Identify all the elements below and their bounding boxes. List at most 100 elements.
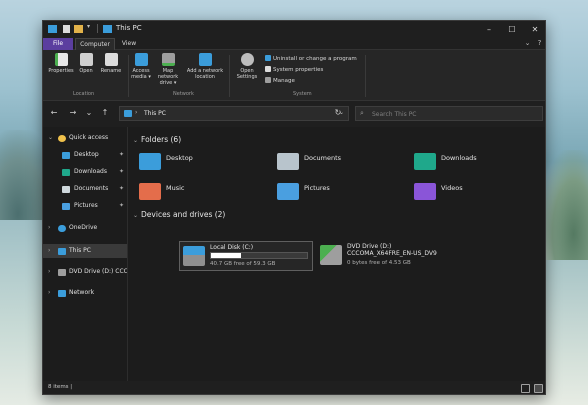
tab-view[interactable]: View bbox=[117, 38, 141, 50]
search-box[interactable]: ⌕ bbox=[355, 106, 543, 121]
folder-desktop[interactable]: Desktop bbox=[139, 151, 259, 173]
sidebar-item-network[interactable]: › Network bbox=[43, 286, 127, 300]
ribbon-separator bbox=[229, 55, 230, 97]
drive-usage-fill bbox=[211, 253, 241, 258]
star-icon bbox=[58, 135, 66, 142]
documents-folder-icon bbox=[277, 153, 299, 170]
close-button[interactable]: ✕ bbox=[524, 21, 545, 38]
rename-button[interactable]: Rename bbox=[98, 53, 124, 74]
chevron-right-icon[interactable]: › bbox=[48, 221, 50, 235]
details-view-button[interactable] bbox=[521, 384, 530, 393]
manage-icon bbox=[265, 77, 271, 83]
ribbon-separator bbox=[365, 55, 366, 97]
chevron-right-icon: › bbox=[135, 109, 138, 116]
search-icon: ⌕ bbox=[360, 109, 364, 117]
pin-icon: ✦ bbox=[119, 202, 125, 209]
content-pane: ⌄ Folders (6) Desktop Documents Downloads… bbox=[129, 127, 545, 381]
forward-button[interactable]: → bbox=[67, 107, 79, 119]
downloads-folder-icon bbox=[414, 153, 436, 170]
pin-icon: ✦ bbox=[119, 168, 125, 175]
chevron-down-icon[interactable]: ⌄ bbox=[48, 131, 53, 145]
folders-section-header[interactable]: ⌄ Folders (6) bbox=[133, 135, 181, 144]
drive-usage-bar bbox=[210, 252, 308, 259]
cloud-icon bbox=[58, 225, 66, 232]
refresh-button[interactable]: ↻ bbox=[332, 107, 344, 119]
qat-new-folder-icon[interactable] bbox=[74, 25, 83, 33]
qat-dropdown-icon[interactable]: ▾ bbox=[87, 23, 90, 30]
address-bar[interactable]: › This PC ⌄ bbox=[119, 106, 349, 121]
folder-downloads[interactable]: Downloads bbox=[414, 151, 534, 173]
videos-folder-icon bbox=[414, 183, 436, 200]
drive-name: DVD Drive (D:) bbox=[347, 243, 392, 250]
sidebar-item-documents[interactable]: Documents ✦ bbox=[43, 182, 127, 196]
open-icon bbox=[79, 53, 93, 66]
sidebar-item-downloads[interactable]: Downloads ✦ bbox=[43, 165, 127, 179]
folder-pictures[interactable]: Pictures bbox=[277, 181, 397, 203]
up-button[interactable]: ↑ bbox=[99, 107, 111, 119]
add-network-location-button[interactable]: Add a network location bbox=[185, 53, 225, 80]
chevron-down-icon: ⌄ bbox=[133, 212, 139, 219]
drive-dvd-d[interactable]: DVD Drive (D:) CCCOMA_X64FRE_EN-US_DV9 0… bbox=[317, 241, 467, 271]
title-separator bbox=[97, 24, 98, 33]
ribbon: Properties Open Rename Location Access m… bbox=[43, 50, 545, 101]
minimize-button[interactable]: – bbox=[478, 21, 500, 38]
chevron-down-icon: ⌄ bbox=[133, 137, 139, 144]
drive-volume-label: CCCOMA_X64FRE_EN-US_DV9 bbox=[347, 250, 437, 257]
tab-computer[interactable]: Computer bbox=[75, 38, 115, 50]
devices-section-header[interactable]: ⌄ Devices and drives (2) bbox=[133, 210, 225, 219]
sidebar-item-onedrive[interactable]: › OneDrive bbox=[43, 221, 127, 235]
window-title: This PC bbox=[116, 24, 142, 32]
item-count: 8 items | bbox=[48, 384, 73, 390]
qat-properties-icon[interactable] bbox=[63, 25, 70, 33]
map-network-drive-button[interactable]: Map network drive ▾ bbox=[153, 53, 183, 86]
search-input[interactable] bbox=[372, 109, 532, 119]
ribbon-collapse-icon[interactable]: ⌄ bbox=[523, 39, 532, 48]
group-label-network: Network bbox=[173, 91, 194, 97]
group-label-location: Location bbox=[73, 91, 95, 97]
manage-button[interactable]: Manage bbox=[265, 77, 295, 84]
uninstall-icon bbox=[265, 55, 271, 61]
properties-icon bbox=[54, 53, 68, 66]
chevron-right-icon[interactable]: › bbox=[48, 286, 50, 300]
help-icon[interactable]: ? bbox=[535, 39, 544, 48]
chevron-right-icon[interactable]: › bbox=[48, 244, 50, 258]
sidebar-item-dvd-drive[interactable]: › DVD Drive (D:) CCCC bbox=[43, 265, 127, 279]
sidebar-item-pictures[interactable]: Pictures ✦ bbox=[43, 199, 127, 213]
large-icons-view-button[interactable] bbox=[534, 384, 543, 393]
ribbon-tab-row: File Computer View ⌄ ? bbox=[43, 38, 545, 50]
pane-divider[interactable] bbox=[127, 127, 128, 381]
folder-videos[interactable]: Videos bbox=[414, 181, 534, 203]
ribbon-separator bbox=[128, 55, 129, 97]
folder-music[interactable]: Music bbox=[139, 181, 259, 203]
drive-name: Local Disk (C:) bbox=[210, 244, 254, 251]
sidebar-item-quick-access[interactable]: ⌄ Quick access bbox=[43, 131, 127, 145]
back-button[interactable]: ← bbox=[48, 107, 60, 119]
tab-file[interactable]: File bbox=[43, 38, 73, 50]
pin-icon: ✦ bbox=[119, 151, 125, 158]
properties-button[interactable]: Properties bbox=[47, 53, 75, 74]
dvd-disc-icon bbox=[320, 245, 342, 265]
status-bar: 8 items | bbox=[43, 381, 545, 394]
access-media-button[interactable]: Access media ▾ bbox=[130, 53, 152, 80]
maximize-button[interactable]: ☐ bbox=[501, 21, 523, 38]
uninstall-program-button[interactable]: Uninstall or change a program bbox=[265, 55, 357, 62]
system-properties-button[interactable]: System properties bbox=[265, 66, 323, 73]
rename-icon bbox=[104, 53, 118, 66]
open-button[interactable]: Open bbox=[77, 53, 95, 74]
wallpaper-water-right bbox=[540, 260, 588, 405]
sidebar-item-desktop[interactable]: Desktop ✦ bbox=[43, 148, 127, 162]
media-icon bbox=[134, 53, 148, 66]
music-folder-icon bbox=[139, 183, 161, 200]
folder-documents[interactable]: Documents bbox=[277, 151, 397, 173]
local-disk-icon bbox=[183, 246, 205, 266]
sidebar-item-this-pc[interactable]: › This PC bbox=[43, 244, 127, 258]
drive-local-disk-c[interactable]: Local Disk (C:) 40.7 GB free of 59.3 GB bbox=[179, 241, 313, 271]
chevron-right-icon[interactable]: › bbox=[48, 265, 50, 279]
address-row: ← → ⌄ ↑ › This PC ⌄ ↻ ⌕ bbox=[43, 101, 545, 127]
open-settings-button[interactable]: Open Settings bbox=[234, 53, 260, 80]
network-drive-icon bbox=[161, 53, 175, 66]
gear-icon bbox=[240, 53, 254, 66]
recent-locations-button[interactable]: ⌄ bbox=[83, 107, 95, 119]
title-bar: ▾ This PC – ☐ ✕ bbox=[43, 21, 545, 38]
address-text: This PC bbox=[144, 110, 166, 117]
